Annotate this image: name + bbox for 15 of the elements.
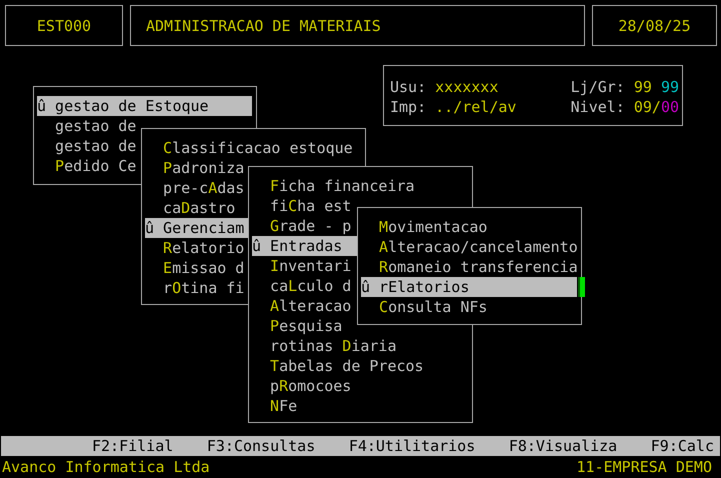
field-value: 00 bbox=[660, 97, 680, 117]
field-value: ../rel/av bbox=[435, 97, 516, 117]
field-value: 99 bbox=[660, 77, 679, 97]
field-label: Imp: bbox=[390, 97, 426, 117]
program-code: EST000 bbox=[36, 16, 92, 36]
field-value: xxxxxxx bbox=[435, 77, 498, 97]
company-code: 11-EMPRESA DEMO bbox=[576, 457, 712, 477]
field-value: 99 bbox=[634, 77, 652, 97]
company-name: Avanco Informatica Ltda bbox=[2, 457, 210, 477]
window-title: ADMINISTRACAO DE MATERIAIS bbox=[146, 16, 381, 36]
field-value: 09/ bbox=[634, 97, 661, 117]
field-label: Usu: bbox=[390, 77, 426, 97]
field-label: Nivel: bbox=[570, 97, 625, 117]
date-text: 28/08/25 bbox=[618, 16, 691, 36]
field-label: Lj/Gr: bbox=[570, 77, 625, 97]
